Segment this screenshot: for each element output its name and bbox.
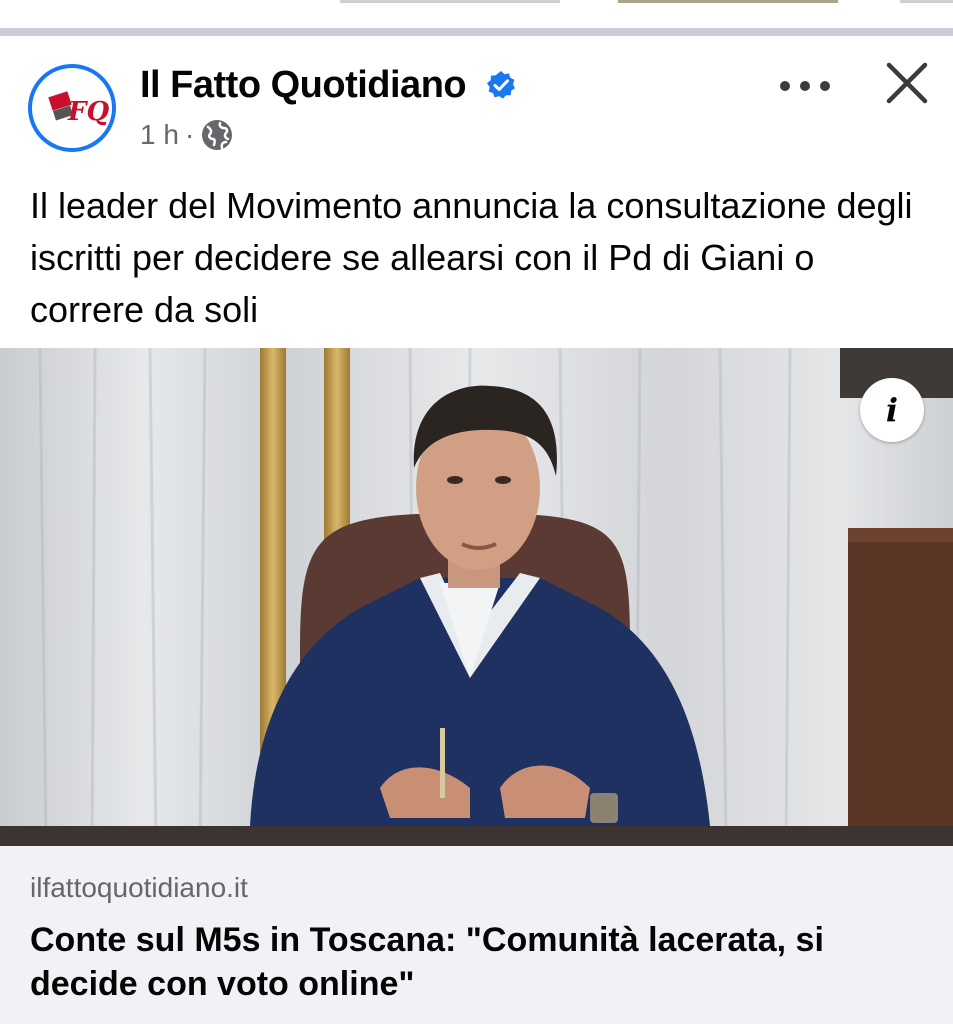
post-header: FQ Il Fatto Quotidiano 1 h · bbox=[0, 36, 953, 166]
strip-segment bbox=[900, 0, 953, 3]
more-dot bbox=[820, 81, 830, 91]
status-strip bbox=[0, 0, 953, 28]
post-text: Il leader del Movimento annuncia la cons… bbox=[30, 185, 913, 330]
article-photo bbox=[0, 348, 953, 846]
post-meta: 1 h · bbox=[140, 118, 234, 152]
close-icon[interactable] bbox=[884, 60, 930, 106]
link-preview[interactable]: ilfattoquotidiano.it Conte sul M5s in To… bbox=[0, 846, 953, 1024]
meta-separator: · bbox=[184, 119, 195, 150]
link-domain: ilfattoquotidiano.it bbox=[30, 872, 248, 903]
feed-divider bbox=[0, 28, 953, 36]
link-title[interactable]: Conte sul M5s in Toscana: "Comunità lace… bbox=[30, 918, 910, 1006]
verified-badge-icon bbox=[487, 71, 515, 99]
strip-segment bbox=[340, 0, 560, 3]
more-options-icon[interactable] bbox=[780, 76, 830, 96]
post-time[interactable]: 1 h bbox=[140, 119, 179, 151]
info-icon[interactable]: i bbox=[860, 378, 924, 442]
more-dot bbox=[780, 81, 790, 91]
globe-icon bbox=[202, 120, 233, 150]
strip-segment bbox=[618, 0, 838, 3]
link-preview-image[interactable] bbox=[0, 348, 953, 846]
avatar-logo: FQ bbox=[34, 70, 110, 146]
more-dot bbox=[800, 81, 810, 91]
avatar[interactable]: FQ bbox=[28, 64, 116, 152]
page-name[interactable]: Il Fatto Quotidiano bbox=[140, 64, 467, 107]
avatar-text: FQ bbox=[67, 97, 109, 127]
